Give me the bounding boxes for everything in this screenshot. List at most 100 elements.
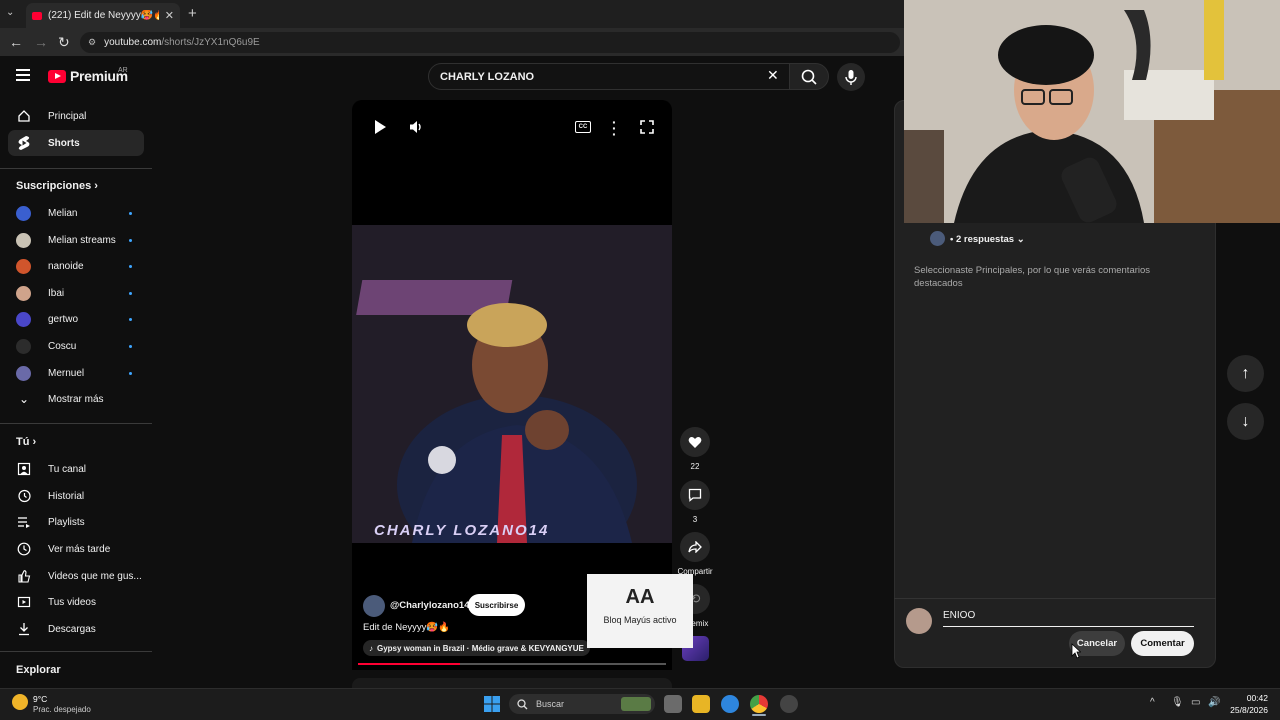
menu-icon[interactable] <box>16 69 30 81</box>
sidebar-item-tu-canal[interactable]: Tu canal <box>8 456 144 482</box>
share-icon <box>688 541 702 553</box>
sidebar-item-descargas[interactable]: Descargas <box>8 616 144 642</box>
more-options-icon[interactable]: · · · <box>612 115 617 141</box>
voice-search-button[interactable] <box>837 63 865 91</box>
subscriptions-heading[interactable]: Suscripciones › <box>16 180 98 192</box>
clock-time[interactable]: 00:42 <box>1236 693 1268 703</box>
taskbar-search-placeholder: Buscar <box>536 699 565 709</box>
video-frame[interactable]: CHARLY LOZANO14 <box>352 225 672 543</box>
tray-mic-icon[interactable]: 🎙 <box>1171 697 1184 708</box>
music-chip[interactable]: ♪ Gypsy woman in Brazil · Médio grave & … <box>363 640 590 656</box>
subscribe-button[interactable]: Suscribirse <box>468 594 525 616</box>
new-content-dot <box>129 371 132 375</box>
explore-heading: Explorar <box>16 664 61 676</box>
comments-button[interactable] <box>680 480 710 510</box>
tray-chevron-icon[interactable]: ^ <box>1150 697 1155 708</box>
history-icon <box>16 488 32 504</box>
youtube-logo[interactable]: Premium <box>48 68 128 84</box>
channel-avatar[interactable] <box>363 595 385 617</box>
sidebar-divider <box>0 423 152 424</box>
sidebar-item-sub[interactable]: gertwo <box>8 306 144 332</box>
chrome-icon[interactable] <box>750 695 768 713</box>
task-view-icon[interactable] <box>664 695 682 713</box>
sidebar-item-ver-mas-tarde[interactable]: Ver más tarde <box>8 536 144 562</box>
new-content-dot <box>129 264 132 268</box>
channel-name[interactable]: @Charlylozano14 <box>390 600 469 611</box>
sidebar-item-label: Descargas <box>48 623 96 635</box>
search-button[interactable] <box>789 63 829 90</box>
new-content-dot <box>129 238 132 242</box>
sidebar-item-sub[interactable]: Coscu <box>8 333 144 359</box>
clear-search-icon[interactable]: ✕ <box>767 67 779 84</box>
sidebar-item-sub[interactable]: nanoide <box>8 253 144 279</box>
avatar <box>16 365 31 381</box>
like-button[interactable] <box>680 427 710 457</box>
sidebar-item-sub[interactable]: Melian streams <box>8 227 144 253</box>
you-heading[interactable]: Tú › <box>16 436 36 448</box>
sidebar-item-label: Ibai <box>48 287 65 299</box>
next-short-preview[interactable] <box>352 678 672 688</box>
sidebar-item-label: Shorts <box>48 137 80 149</box>
downloads-icon <box>16 621 32 637</box>
arrow-down-icon: ↓ <box>1241 412 1250 430</box>
captions-icon[interactable]: CC <box>575 121 591 133</box>
volume-tray-icon[interactable]: 🔊 <box>1208 697 1220 708</box>
sidebar-item-principal[interactable]: Principal <box>8 103 144 129</box>
sidebar-item-sub[interactable]: Ibai <box>8 280 144 306</box>
sidebar-item-label: Playlists <box>48 516 85 528</box>
clock-date[interactable]: 25/8/2026 <box>1222 705 1268 715</box>
caps-lock-label: Bloq Mayús activo <box>603 615 677 625</box>
submit-comment-button[interactable]: Comentar <box>1131 631 1194 656</box>
volume-button[interactable] <box>408 119 424 140</box>
app-notification-icon[interactable] <box>780 695 798 713</box>
url-field[interactable]: ⚙ youtube.com/shorts/JzYX1nQ6u9E <box>80 32 900 53</box>
tab-title: (221) Edit de Neyyyy🥵🔥 - You <box>48 10 159 21</box>
sidebar-item-liked[interactable]: Videos que me gus... <box>8 563 144 589</box>
liked-icon <box>16 568 32 584</box>
fullscreen-icon <box>640 120 654 134</box>
active-app-indicator <box>752 714 766 716</box>
fullscreen-button[interactable] <box>640 120 654 139</box>
browser-tab[interactable]: (221) Edit de Neyyyy🥵🔥 - You ✕ <box>26 3 180 28</box>
new-content-dot <box>129 291 132 295</box>
new-tab-button[interactable]: + <box>188 5 197 22</box>
webcam-image <box>904 0 1280 223</box>
short-title: Edit de Neyyyy🥵🔥 <box>363 622 451 633</box>
share-button[interactable] <box>680 532 710 562</box>
replies-toggle[interactable]: • 2 respuestas ⌄ <box>950 234 1025 245</box>
back-button[interactable]: ← <box>9 34 23 50</box>
edge-icon[interactable] <box>721 695 739 713</box>
taskbar-search[interactable]: Buscar <box>509 694 655 714</box>
avatar <box>16 205 31 221</box>
sidebar-item-historial[interactable]: Historial <box>8 483 144 509</box>
avatar <box>16 285 31 301</box>
new-content-dot <box>129 317 132 321</box>
sidebar-item-playlists[interactable]: Playlists <box>8 509 144 535</box>
reload-button[interactable]: ↻ <box>58 34 70 51</box>
close-tab-icon[interactable]: ✕ <box>165 9 174 22</box>
mouse-cursor-icon <box>1071 643 1082 664</box>
caps-lock-glyph: AA <box>625 586 655 608</box>
sidebar-item-shorts[interactable]: Shorts <box>8 130 144 156</box>
chevron-right-icon: › <box>32 436 37 448</box>
play-button[interactable] <box>373 119 387 140</box>
weather-icon[interactable] <box>12 694 28 710</box>
sidebar-item-sub[interactable]: Mernuel <box>8 360 144 386</box>
sidebar-item-sub[interactable]: Melian <box>8 200 144 226</box>
show-more-button[interactable]: ⌄ Mostrar más <box>8 386 144 412</box>
panel-divider <box>894 598 1216 599</box>
start-button[interactable] <box>484 696 500 717</box>
arrow-up-icon: ↑ <box>1241 364 1250 382</box>
next-short-button[interactable]: ↓ <box>1227 403 1264 440</box>
site-info-icon[interactable]: ⚙ <box>88 37 96 48</box>
previous-short-button[interactable]: ↑ <box>1227 355 1264 392</box>
tab-list-button[interactable]: ⌄ <box>6 7 14 18</box>
forward-button[interactable]: → <box>34 34 48 50</box>
sidebar-item-tus-videos[interactable]: Tus videos <box>8 589 144 615</box>
progress-fill <box>358 663 460 665</box>
file-explorer-icon[interactable] <box>692 695 710 713</box>
microphone-icon <box>845 70 857 85</box>
comment-input[interactable]: ENIOO <box>943 610 1194 627</box>
network-icon[interactable]: ▭ <box>1191 697 1200 708</box>
search-input[interactable]: CHARLY LOZANO <box>428 63 790 90</box>
